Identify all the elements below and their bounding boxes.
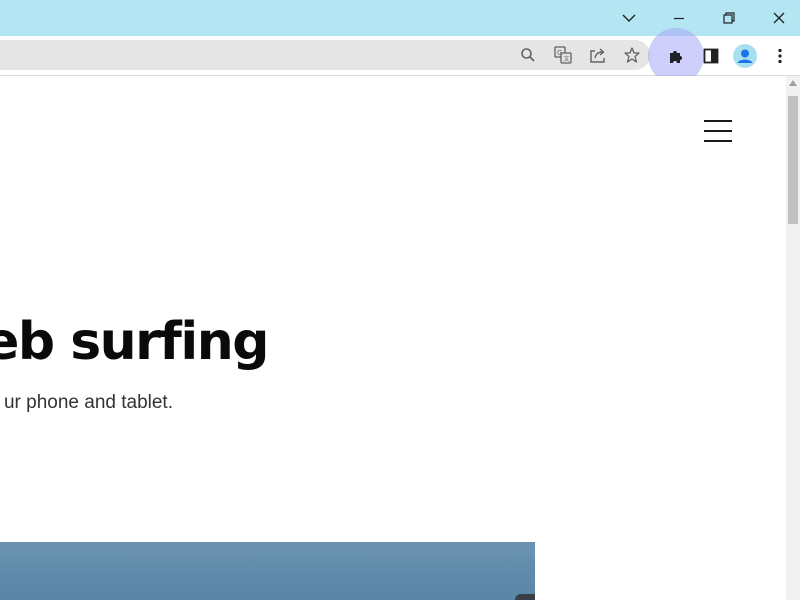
profile-avatar-icon[interactable] bbox=[730, 41, 760, 71]
hero-title: web surfing bbox=[0, 312, 270, 372]
scrollbar-thumb[interactable] bbox=[788, 96, 798, 224]
extensions-puzzle-icon[interactable] bbox=[661, 41, 691, 71]
chevron-down-icon bbox=[622, 14, 636, 22]
hero-title-container: web surfing bbox=[0, 302, 300, 382]
more-vertical-icon[interactable] bbox=[765, 41, 795, 71]
browser-toolbar: G文 bbox=[0, 28, 800, 84]
svg-text:文: 文 bbox=[564, 55, 570, 63]
search-icon[interactable] bbox=[516, 43, 540, 67]
hero-subtitle: ur phone and tablet. bbox=[3, 392, 173, 413]
tab-search-button[interactable] bbox=[605, 0, 653, 36]
hamburger-menu-icon[interactable] bbox=[696, 114, 740, 148]
hero-image-device-edge bbox=[515, 594, 535, 600]
address-bar[interactable]: G文 bbox=[0, 40, 650, 70]
svg-text:G: G bbox=[557, 49, 562, 57]
side-panel-icon[interactable] bbox=[696, 41, 726, 71]
share-icon[interactable] bbox=[586, 43, 610, 67]
page-viewport: web surfing ur phone and tablet. bbox=[0, 76, 786, 600]
scroll-up-arrow-icon[interactable] bbox=[786, 80, 800, 90]
hero-subtitle-container: ur phone and tablet. bbox=[0, 388, 200, 418]
vertical-scrollbar[interactable] bbox=[786, 76, 800, 600]
restore-icon bbox=[723, 12, 735, 24]
translate-icon[interactable]: G文 bbox=[551, 43, 575, 67]
restore-button[interactable] bbox=[705, 0, 753, 36]
close-button[interactable] bbox=[755, 0, 800, 36]
close-icon bbox=[773, 12, 785, 24]
bookmark-star-icon[interactable] bbox=[620, 43, 644, 67]
minimize-icon bbox=[674, 17, 684, 20]
hero-image bbox=[0, 542, 535, 600]
